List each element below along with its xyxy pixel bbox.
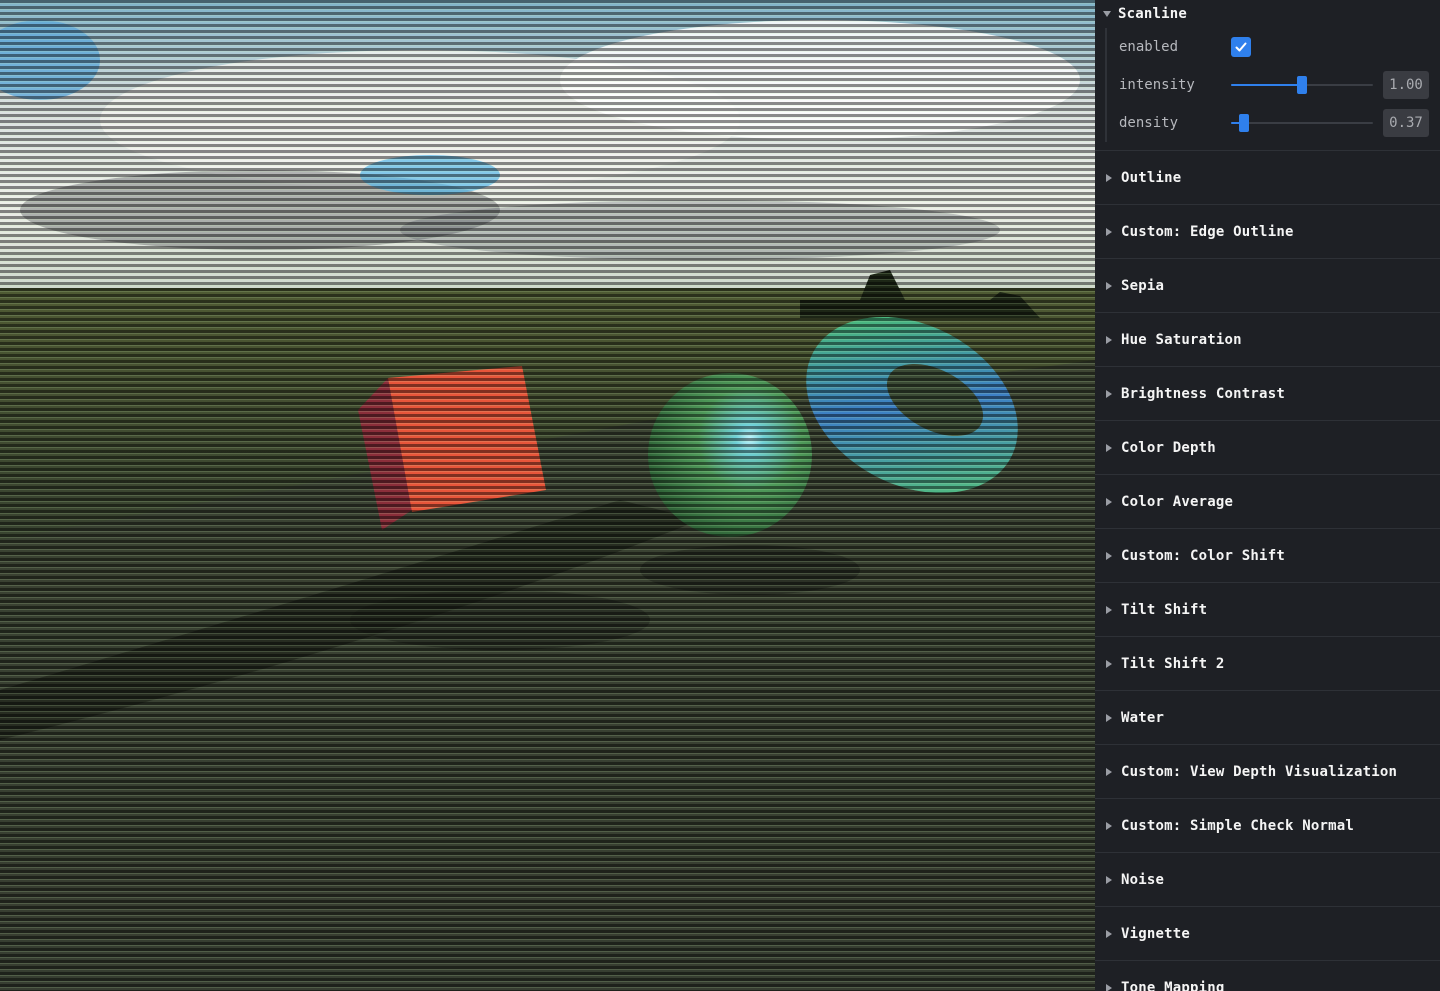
- folder-sepia[interactable]: Sepia: [1095, 259, 1440, 313]
- folder-brightness-contrast[interactable]: Brightness Contrast: [1095, 367, 1440, 421]
- chevron-right-icon: [1106, 713, 1112, 722]
- density-row: density 0.37: [1119, 104, 1440, 142]
- chevron-right-icon: [1106, 497, 1112, 506]
- folder-label: Tone Mapping: [1121, 979, 1225, 991]
- intensity-row: intensity 1.00: [1119, 66, 1440, 104]
- folder-outline[interactable]: Outline: [1095, 151, 1440, 205]
- chevron-right-icon: [1106, 659, 1112, 668]
- checkmark-icon: [1235, 42, 1247, 52]
- chevron-right-icon: [1106, 335, 1112, 344]
- intensity-slider-fill: [1231, 84, 1302, 86]
- folder-label: Custom: Color Shift: [1121, 547, 1285, 564]
- folder-list: Outline Custom: Edge Outline Sepia Hue S…: [1095, 151, 1440, 991]
- folder-label: Tilt Shift 2: [1121, 655, 1225, 672]
- folder-label: Outline: [1121, 169, 1182, 186]
- intensity-value-field[interactable]: 1.00: [1383, 71, 1429, 99]
- folder-label: Tilt Shift: [1121, 601, 1208, 618]
- chevron-right-icon: [1106, 875, 1112, 884]
- scanline-overlay: [0, 0, 1095, 991]
- folder-scanline-title: Scanline: [1118, 6, 1188, 22]
- chevron-right-icon: [1106, 443, 1112, 452]
- folder-custom-color-shift[interactable]: Custom: Color Shift: [1095, 529, 1440, 583]
- folder-noise[interactable]: Noise: [1095, 853, 1440, 907]
- folder-label: Water: [1121, 709, 1165, 726]
- chevron-right-icon: [1106, 767, 1112, 776]
- chevron-right-icon: [1106, 281, 1112, 290]
- folder-label: Color Average: [1121, 493, 1234, 510]
- folder-label: Hue Saturation: [1121, 331, 1242, 348]
- controls-panel: Scanline enabled intensity 1.00 density …: [1095, 0, 1440, 991]
- chevron-right-icon: [1106, 173, 1112, 182]
- folder-tilt-shift[interactable]: Tilt Shift: [1095, 583, 1440, 637]
- chevron-right-icon: [1106, 821, 1112, 830]
- chevron-right-icon: [1106, 227, 1112, 236]
- folder-label: Custom: View Depth Visualization: [1121, 763, 1398, 780]
- scene-viewport[interactable]: [0, 0, 1095, 991]
- folder-label: Color Depth: [1121, 439, 1216, 456]
- folder-label: Vignette: [1121, 925, 1191, 942]
- folder-hue-saturation[interactable]: Hue Saturation: [1095, 313, 1440, 367]
- chevron-right-icon: [1106, 605, 1112, 614]
- folder-custom-edge-outline[interactable]: Custom: Edge Outline: [1095, 205, 1440, 259]
- density-slider-thumb[interactable]: [1238, 114, 1249, 132]
- chevron-down-icon: [1103, 11, 1111, 17]
- folder-label: Custom: Simple Check Normal: [1121, 817, 1354, 834]
- folder-custom-view-depth-visualization[interactable]: Custom: View Depth Visualization: [1095, 745, 1440, 799]
- scene-canvas[interactable]: [0, 0, 1095, 991]
- chevron-right-icon: [1106, 929, 1112, 938]
- folder-scanline-controls: enabled intensity 1.00 density 0.37: [1105, 28, 1440, 142]
- folder-label: Noise: [1121, 871, 1165, 888]
- chevron-right-icon: [1106, 551, 1112, 560]
- intensity-slider[interactable]: [1231, 75, 1373, 95]
- folder-scanline-header[interactable]: Scanline: [1095, 0, 1440, 28]
- density-label: density: [1119, 115, 1179, 131]
- folder-label: Sepia: [1121, 277, 1165, 294]
- folder-scanline: Scanline enabled intensity 1.00 density …: [1095, 0, 1440, 151]
- enabled-label: enabled: [1119, 39, 1179, 55]
- intensity-label: intensity: [1119, 77, 1195, 93]
- folder-vignette[interactable]: Vignette: [1095, 907, 1440, 961]
- density-slider-track: [1231, 122, 1373, 124]
- enabled-row: enabled: [1119, 28, 1440, 66]
- folder-label: Custom: Edge Outline: [1121, 223, 1294, 240]
- folder-custom-simple-check-normal[interactable]: Custom: Simple Check Normal: [1095, 799, 1440, 853]
- folder-color-depth[interactable]: Color Depth: [1095, 421, 1440, 475]
- density-slider[interactable]: [1231, 113, 1373, 133]
- enabled-checkbox[interactable]: [1231, 37, 1251, 57]
- folder-tone-mapping[interactable]: Tone Mapping: [1095, 961, 1440, 991]
- folder-tilt-shift-2[interactable]: Tilt Shift 2: [1095, 637, 1440, 691]
- intensity-slider-thumb[interactable]: [1297, 76, 1307, 94]
- density-value-field[interactable]: 0.37: [1383, 109, 1429, 137]
- chevron-right-icon: [1106, 983, 1112, 991]
- folder-color-average[interactable]: Color Average: [1095, 475, 1440, 529]
- folder-water[interactable]: Water: [1095, 691, 1440, 745]
- chevron-right-icon: [1106, 389, 1112, 398]
- folder-label: Brightness Contrast: [1121, 385, 1285, 402]
